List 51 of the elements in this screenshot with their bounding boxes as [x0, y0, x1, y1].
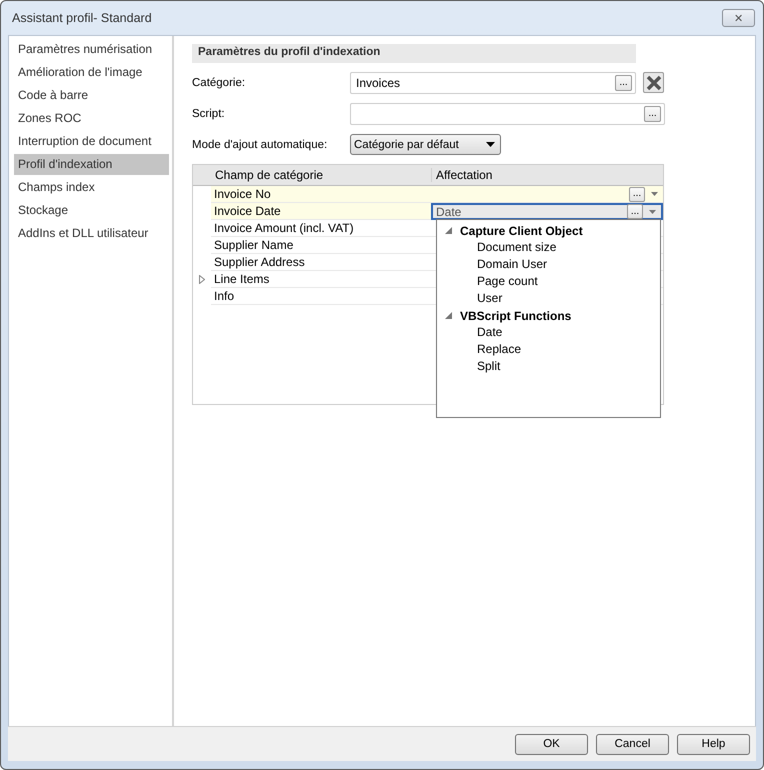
- section-heading: Paramètres du profil d'indexation: [192, 44, 636, 63]
- field-label: Script:: [192, 108, 226, 120]
- dropdown-arrow-icon: [486, 142, 495, 147]
- sidebar-item[interactable]: Interruption de document: [14, 131, 169, 152]
- browse-button[interactable]: ...: [627, 204, 643, 219]
- table-cell: Supplier Name: [211, 237, 431, 254]
- window-title: Assistant profil- Standard: [12, 11, 153, 25]
- dialog-button[interactable]: Help: [677, 734, 750, 754]
- sidebar-item[interactable]: Champs index: [14, 177, 169, 198]
- tree-item[interactable]: Domain User: [437, 256, 660, 273]
- table-cell: Info: [211, 288, 431, 305]
- browse-button[interactable]: ...: [615, 74, 632, 90]
- script-field[interactable]: ...: [350, 102, 665, 124]
- value-editor[interactable]: Date ...: [431, 203, 663, 220]
- column-header: Champ de catégorie: [214, 168, 324, 182]
- field-label: Catégorie:: [192, 76, 246, 88]
- collapse-icon[interactable]: [445, 312, 452, 319]
- table-cell: Invoice Amount (incl. VAT): [211, 220, 431, 237]
- tree-item[interactable]: Document size: [437, 239, 660, 256]
- tree-item[interactable]: Page count: [437, 273, 660, 290]
- sidebar-item[interactable]: AddIns et DLL utilisateur: [14, 223, 169, 244]
- table-cell: Supplier Address: [211, 254, 431, 271]
- sidebar-item[interactable]: Stockage: [14, 200, 169, 221]
- dialog-button[interactable]: Cancel: [596, 734, 669, 754]
- table-cell: Invoice No: [211, 186, 431, 203]
- browse-button[interactable]: ...: [644, 106, 661, 122]
- mode-dropdown[interactable]: Catégorie par défaut: [350, 134, 501, 155]
- tree-item[interactable]: Split: [437, 358, 660, 375]
- tree-item[interactable]: User: [437, 290, 660, 307]
- tree-group[interactable]: Capture Client Object: [460, 224, 583, 238]
- dialog-button[interactable]: OK: [515, 734, 588, 754]
- collapse-icon[interactable]: [445, 227, 452, 234]
- delete-icon[interactable]: [643, 72, 664, 93]
- dropdown-arrow-icon[interactable]: [651, 192, 658, 196]
- table-cell: Invoice Date: [211, 203, 431, 220]
- sidebar-item[interactable]: Code à barre: [14, 85, 169, 106]
- tree-item[interactable]: Replace: [437, 341, 660, 358]
- field-label: Mode d'ajout automatique:: [192, 138, 328, 150]
- sidebar-item[interactable]: Paramètres numérisation: [14, 39, 169, 60]
- browse-button[interactable]: ...: [629, 186, 645, 202]
- category-field[interactable]: Invoices ...: [350, 72, 636, 94]
- close-button[interactable]: ✕: [722, 9, 755, 27]
- sidebar-item[interactable]: Amélioration de l'image: [14, 62, 169, 83]
- expand-icon[interactable]: [199, 275, 205, 284]
- tree-item[interactable]: Date: [437, 324, 660, 341]
- sidebar-item[interactable]: Profil d'indexation: [14, 154, 169, 175]
- table-cell: Line Items: [211, 271, 431, 288]
- tree-group[interactable]: VBScript Functions: [460, 308, 572, 322]
- sidebar-item[interactable]: Zones ROC: [14, 108, 169, 129]
- dropdown-arrow-icon[interactable]: [649, 210, 656, 214]
- column-header: Affectation: [431, 168, 663, 182]
